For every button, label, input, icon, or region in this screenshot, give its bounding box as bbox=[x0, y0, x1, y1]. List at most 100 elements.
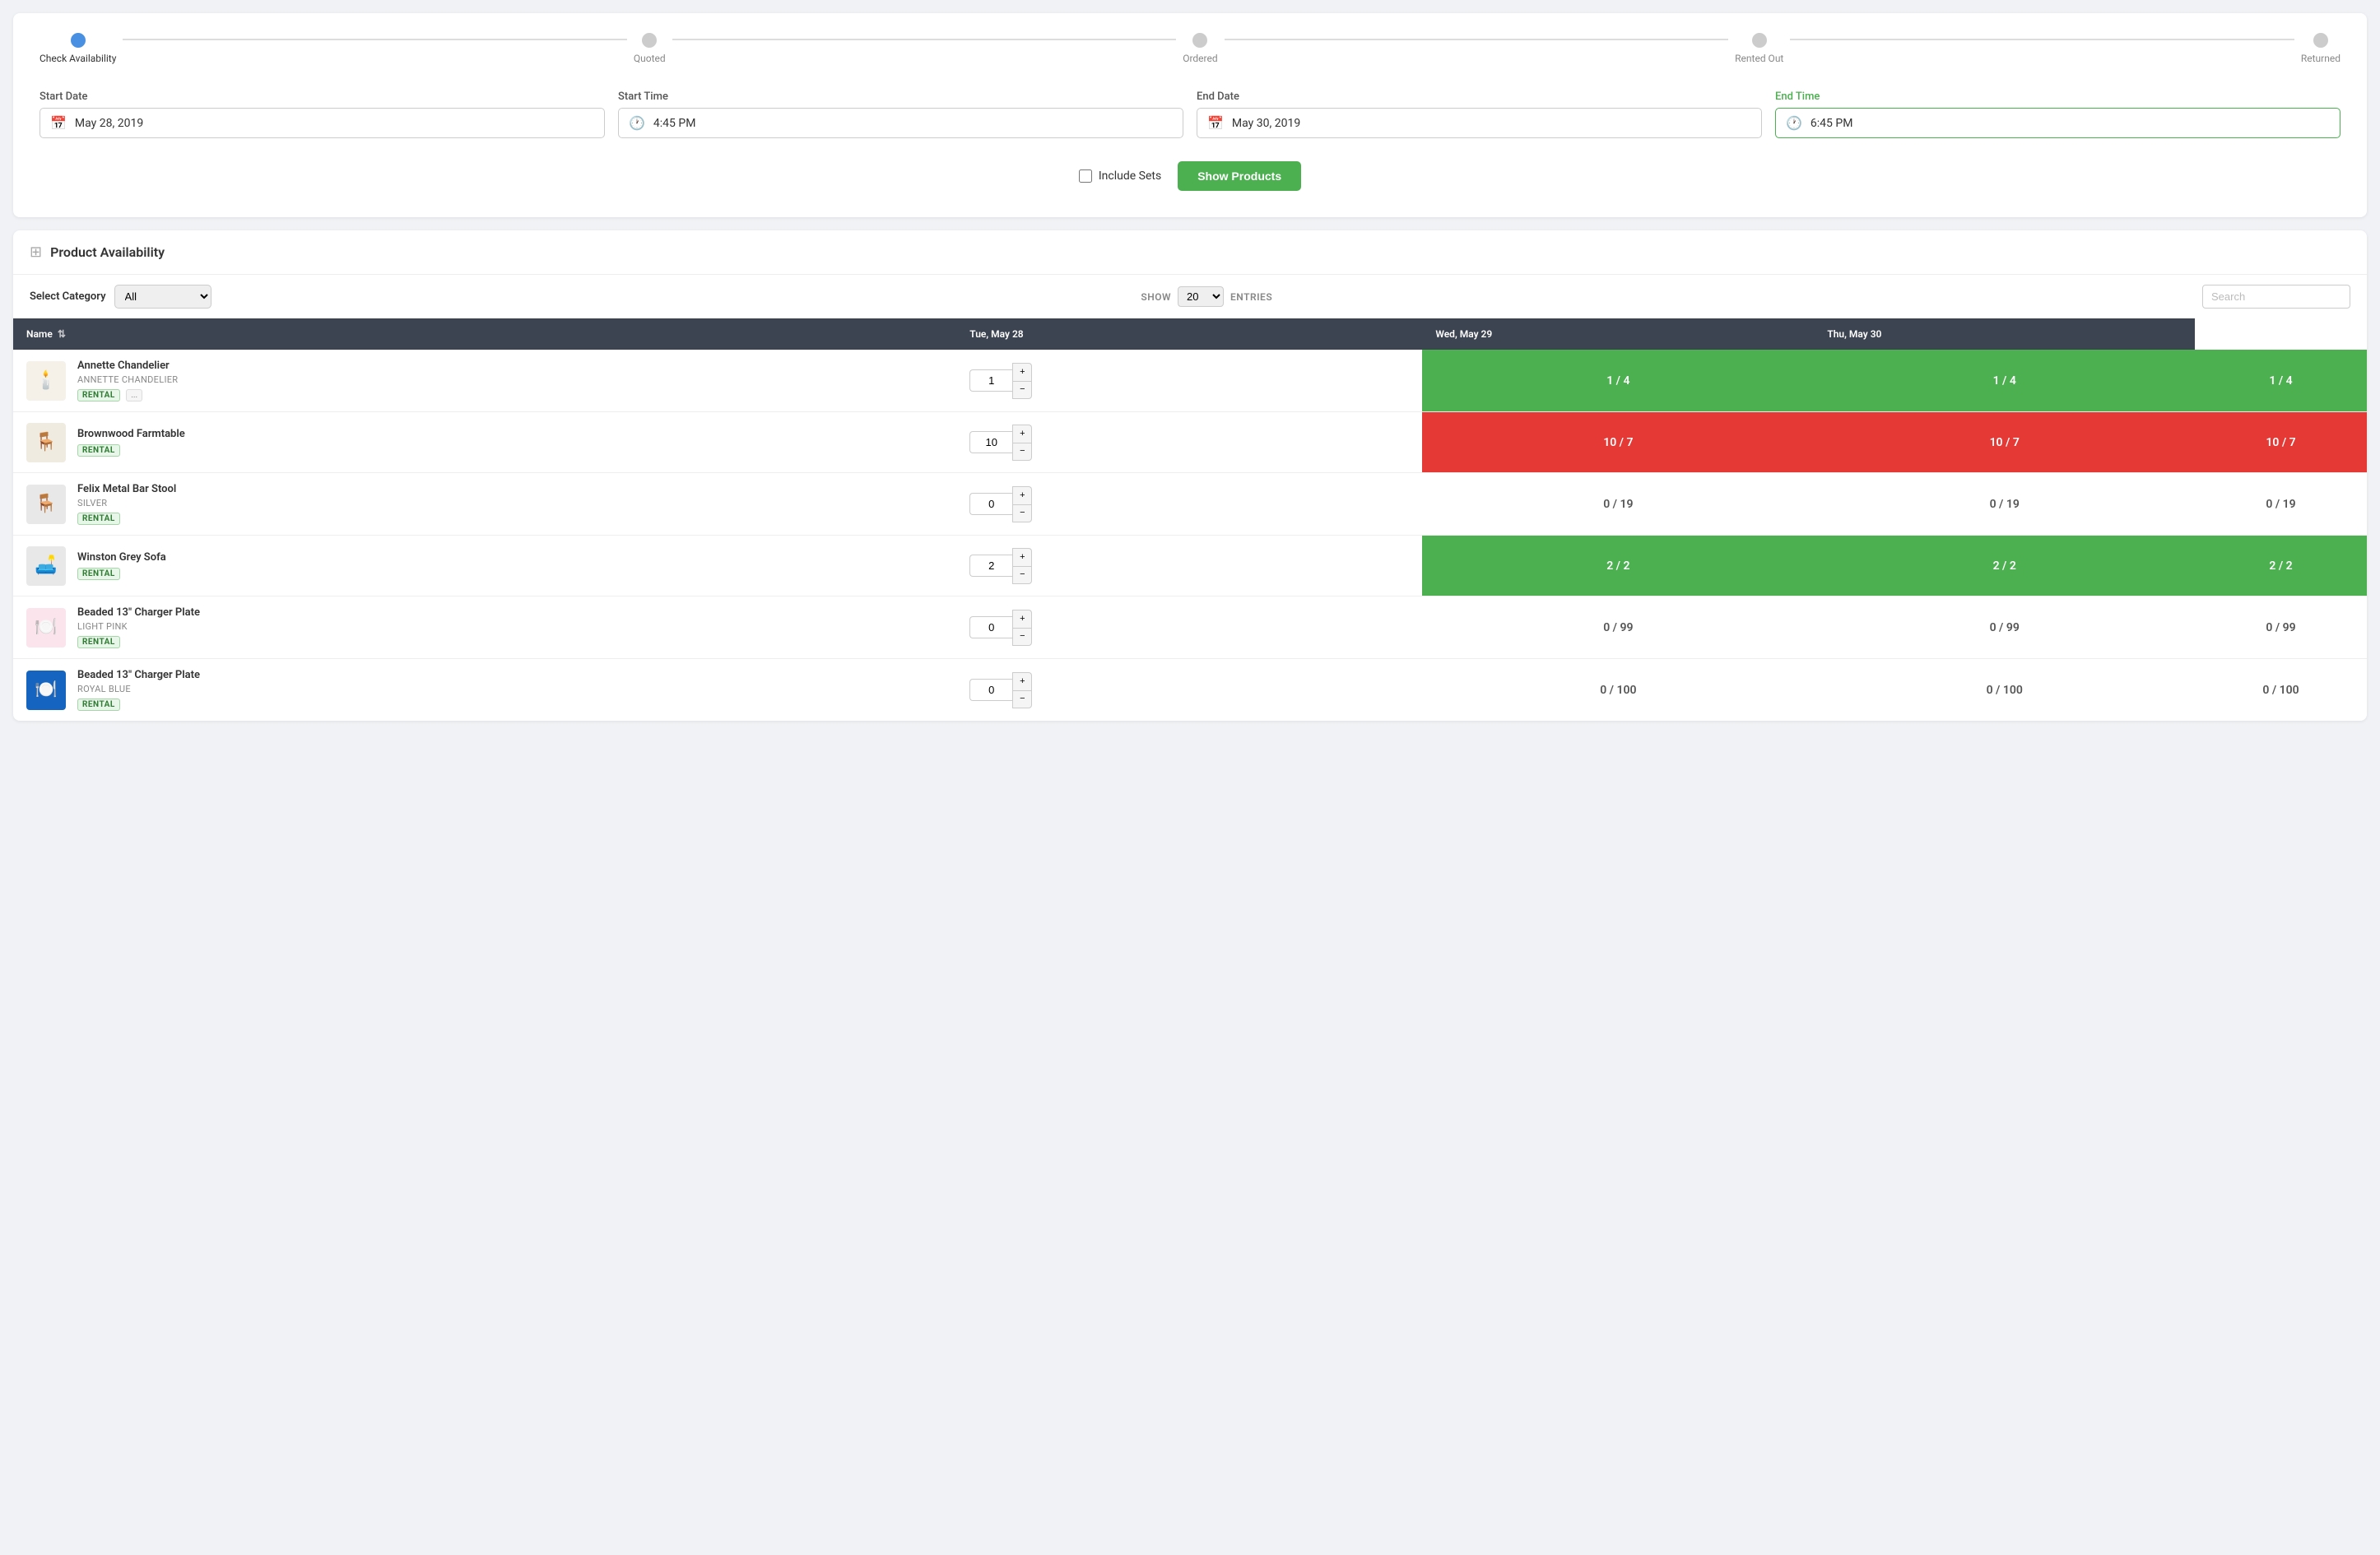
product-info: Beaded 13" Charger Plate light pink RENT… bbox=[77, 606, 200, 648]
product-name-cell-annette-chandelier: 🕯️ Annette Chandelier ANNETTE CHANDELIER… bbox=[13, 350, 956, 412]
date-time-row: Start Date 📅 May 28, 2019 Start Time 🕐 4… bbox=[40, 91, 2340, 138]
avail-cell-felix-metal-bar-stool-day1: 0 / 19 bbox=[1814, 473, 2195, 536]
product-table: Name⇅Tue, May 28Wed, May 29Thu, May 30 🕯… bbox=[13, 318, 2367, 721]
start-date-input[interactable]: 📅 May 28, 2019 bbox=[40, 108, 605, 138]
qty-increment-button[interactable]: + bbox=[1012, 425, 1032, 443]
product-info: Brownwood Farmtable RENTAL bbox=[77, 428, 185, 457]
step-rented-out[interactable]: Rented Out bbox=[1735, 33, 1783, 64]
table-row: 🍽️ Beaded 13" Charger Plate light pink R… bbox=[13, 596, 2367, 659]
qty-buttons: + − bbox=[1012, 672, 1032, 708]
qty-increment-button[interactable]: + bbox=[1012, 486, 1032, 504]
extra-tag[interactable]: ... bbox=[126, 389, 142, 402]
avail-cell-brownwood-farmtable-day0: 10 / 7 bbox=[1422, 412, 1814, 473]
product-name: Annette Chandelier bbox=[77, 360, 178, 372]
product-thumb: 🍽️ bbox=[26, 671, 66, 710]
end-time-value: 6:45 PM bbox=[1811, 117, 1853, 130]
qty-input[interactable] bbox=[969, 616, 1012, 638]
step-label-rented-out: Rented Out bbox=[1735, 53, 1783, 64]
qty-input[interactable] bbox=[969, 493, 1012, 515]
include-sets-label[interactable]: Include Sets bbox=[1079, 169, 1161, 183]
table-row: 🛋️ Winston Grey Sofa RENTAL + − 2 / 22 /… bbox=[13, 536, 2367, 596]
end-date-value: May 30, 2019 bbox=[1232, 117, 1300, 130]
qty-input[interactable] bbox=[969, 431, 1012, 453]
qty-buttons: + − bbox=[1012, 486, 1032, 522]
avail-cell-beaded-charger-plate-blue-day2: 0 / 100 bbox=[2195, 659, 2367, 722]
qty-wrap: + − bbox=[969, 425, 1409, 461]
product-name: Beaded 13" Charger Plate bbox=[77, 606, 200, 619]
qty-wrap: + − bbox=[969, 672, 1409, 708]
show-entries-group: SHOW 102050100 ENTRIES bbox=[1141, 286, 1272, 307]
avail-cell-beaded-charger-plate-pink-day2: 0 / 99 bbox=[2195, 596, 2367, 659]
qty-cell-brownwood-farmtable: + − bbox=[956, 412, 1422, 473]
product-thumb: 🕯️ bbox=[26, 361, 66, 401]
table-icon: ⊞ bbox=[30, 244, 42, 261]
rental-tag: RENTAL bbox=[77, 636, 120, 648]
qty-input[interactable] bbox=[969, 369, 1012, 392]
qty-cell-felix-metal-bar-stool: + − bbox=[956, 473, 1422, 536]
product-sub: silver bbox=[77, 498, 176, 508]
product-sub: royal blue bbox=[77, 684, 200, 694]
step-line bbox=[672, 39, 1177, 40]
show-products-button[interactable]: Show Products bbox=[1178, 161, 1301, 191]
table-wrap: Name⇅Tue, May 28Wed, May 29Thu, May 30 🕯… bbox=[13, 318, 2367, 721]
step-line bbox=[1225, 39, 1729, 40]
qty-decrement-button[interactable]: − bbox=[1012, 628, 1032, 646]
include-sets-checkbox[interactable] bbox=[1079, 169, 1092, 183]
controls-row: Select Category AllFurnitureTablewareLig… bbox=[13, 275, 2367, 318]
qty-increment-button[interactable]: + bbox=[1012, 672, 1032, 690]
end-time-field: End Time 🕐 6:45 PM bbox=[1775, 91, 2340, 138]
step-check-availability[interactable]: Check Availability bbox=[40, 33, 116, 64]
step-label-quoted: Quoted bbox=[634, 53, 666, 64]
start-date-label: Start Date bbox=[40, 91, 605, 103]
avail-cell-winston-grey-sofa-day0: 2 / 2 bbox=[1422, 536, 1814, 596]
product-name: Brownwood Farmtable bbox=[77, 428, 185, 440]
select-category-group: Select Category AllFurnitureTablewareLig… bbox=[30, 285, 212, 309]
rental-tag: RENTAL bbox=[77, 444, 120, 457]
calendar-icon: 📅 bbox=[50, 115, 67, 131]
qty-decrement-button[interactable]: − bbox=[1012, 381, 1032, 399]
product-name-cell-winston-grey-sofa: 🛋️ Winston Grey Sofa RENTAL bbox=[13, 536, 956, 596]
step-quoted[interactable]: Quoted bbox=[634, 33, 666, 64]
end-date-input[interactable]: 📅 May 30, 2019 bbox=[1197, 108, 1762, 138]
step-returned[interactable]: Returned bbox=[2301, 33, 2340, 64]
qty-cell-annette-chandelier: + − bbox=[956, 350, 1422, 412]
qty-decrement-button[interactable]: − bbox=[1012, 690, 1032, 708]
category-select[interactable]: AllFurnitureTablewareLighting bbox=[114, 285, 212, 309]
product-name-cell-brownwood-farmtable: 🪑 Brownwood Farmtable RENTAL bbox=[13, 412, 956, 473]
avail-cell-felix-metal-bar-stool-day0: 0 / 19 bbox=[1422, 473, 1814, 536]
step-ordered[interactable]: Ordered bbox=[1183, 33, 1217, 64]
qty-increment-button[interactable]: + bbox=[1012, 548, 1032, 566]
qty-input[interactable] bbox=[969, 555, 1012, 577]
col-header-name[interactable]: Name⇅ bbox=[13, 318, 956, 350]
step-label-ordered: Ordered bbox=[1183, 53, 1217, 64]
avail-cell-beaded-charger-plate-pink-day1: 0 / 99 bbox=[1814, 596, 2195, 659]
product-name: Felix Metal Bar Stool bbox=[77, 483, 176, 495]
entries-select[interactable]: 102050100 bbox=[1178, 286, 1224, 307]
qty-increment-button[interactable]: + bbox=[1012, 610, 1032, 628]
qty-cell-beaded-charger-plate-blue: + − bbox=[956, 659, 1422, 722]
qty-input[interactable] bbox=[969, 679, 1012, 701]
search-input[interactable] bbox=[2202, 285, 2350, 309]
table-row: 🪑 Felix Metal Bar Stool silver RENTAL + … bbox=[13, 473, 2367, 536]
qty-cell-beaded-charger-plate-pink: + − bbox=[956, 596, 1422, 659]
clock-icon: 🕐 bbox=[629, 115, 645, 131]
start-date-field: Start Date 📅 May 28, 2019 bbox=[40, 91, 605, 138]
qty-wrap: + − bbox=[969, 363, 1409, 399]
qty-increment-button[interactable]: + bbox=[1012, 363, 1032, 381]
qty-wrap: + − bbox=[969, 610, 1409, 646]
start-time-input[interactable]: 🕐 4:45 PM bbox=[618, 108, 1183, 138]
col-header-wed: Wed, May 29 bbox=[1422, 318, 1814, 350]
select-category-label: Select Category bbox=[30, 290, 106, 303]
qty-decrement-button[interactable]: − bbox=[1012, 504, 1032, 522]
qty-decrement-button[interactable]: − bbox=[1012, 566, 1032, 584]
end-time-input[interactable]: 🕐 6:45 PM bbox=[1775, 108, 2340, 138]
qty-decrement-button[interactable]: − bbox=[1012, 443, 1032, 461]
product-cell: 🕯️ Annette Chandelier ANNETTE CHANDELIER… bbox=[13, 350, 956, 411]
avail-cell-winston-grey-sofa-day1: 2 / 2 bbox=[1814, 536, 2195, 596]
clock-icon-green: 🕐 bbox=[1786, 115, 1802, 131]
show-label: SHOW bbox=[1141, 291, 1171, 303]
avail-cell-brownwood-farmtable-day1: 10 / 7 bbox=[1814, 412, 2195, 473]
step-circle-check-availability bbox=[71, 33, 86, 48]
product-cell: 🪑 Felix Metal Bar Stool silver RENTAL bbox=[13, 473, 956, 535]
step-label-check-availability: Check Availability bbox=[40, 53, 116, 64]
